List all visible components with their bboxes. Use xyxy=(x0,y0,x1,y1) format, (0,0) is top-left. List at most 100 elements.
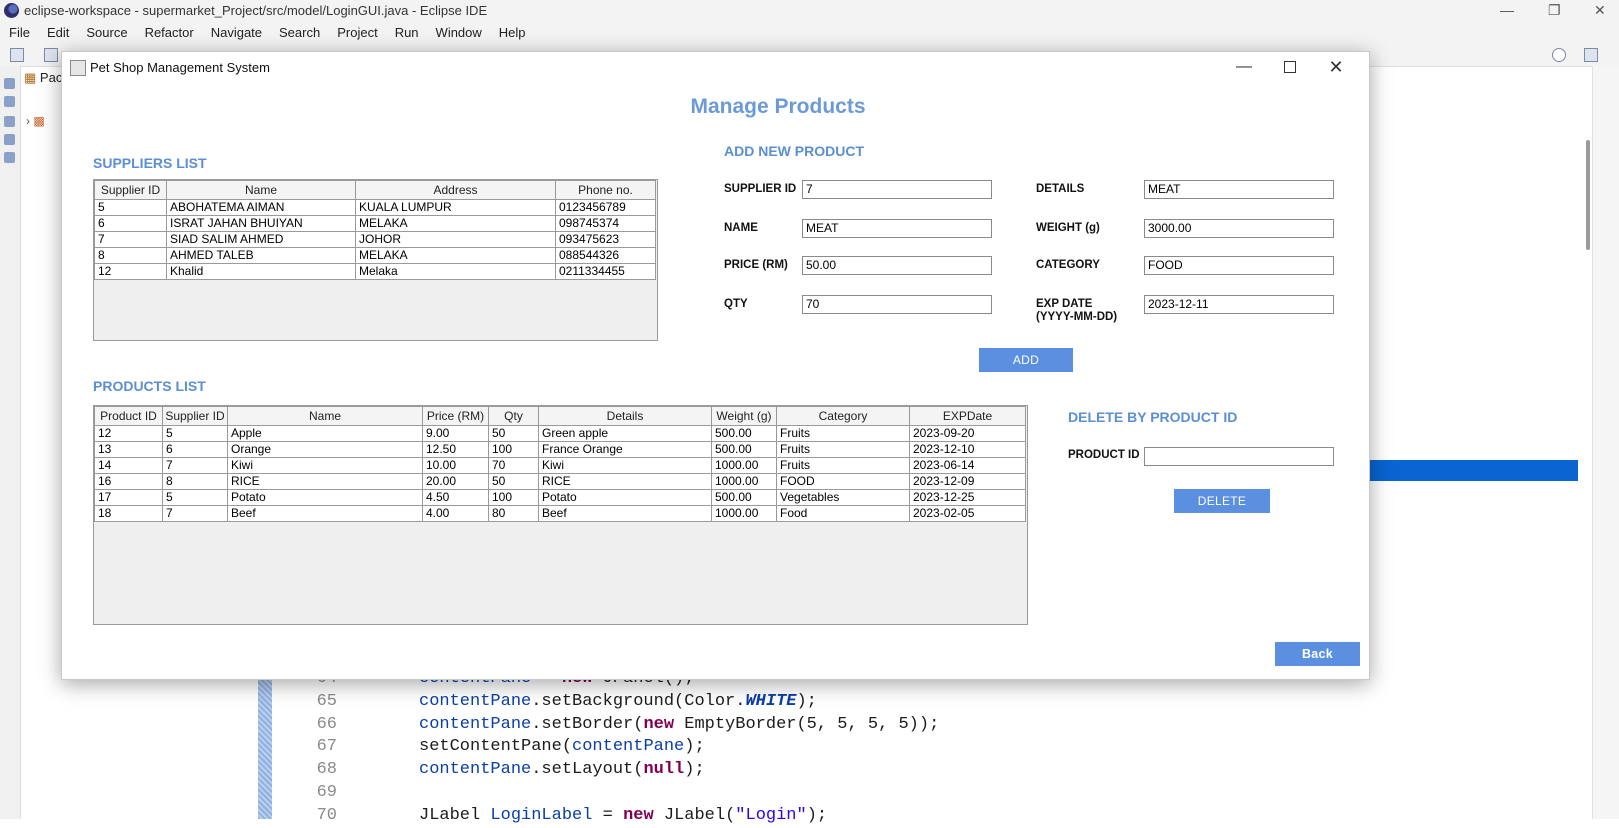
menu-item-run[interactable]: Run xyxy=(386,22,427,40)
menu-item-project[interactable]: Project xyxy=(328,22,385,40)
table-cell[interactable]: 7 xyxy=(94,231,167,248)
column-header[interactable]: Category xyxy=(776,406,910,426)
details-input[interactable] xyxy=(1144,180,1334,199)
column-header[interactable]: Name xyxy=(227,406,423,426)
table-cell[interactable]: Kiwi xyxy=(227,457,423,474)
table-cell[interactable]: KUALA LUMPUR xyxy=(355,199,556,216)
table-row[interactable]: 5 ABOHATEMA AIMAN KUALA LUMPUR 0123456789 xyxy=(94,199,656,216)
code-line[interactable]: 68 contentPane.setLayout(null); xyxy=(280,759,939,782)
column-header[interactable]: Name xyxy=(166,180,356,200)
weight-input[interactable] xyxy=(1144,219,1334,238)
table-cell[interactable]: ABOHATEMA AIMAN xyxy=(166,199,356,216)
table-cell[interactable]: 093475623 xyxy=(555,231,656,248)
table-cell[interactable]: RICE xyxy=(227,473,423,490)
table-cell[interactable]: 0211334455 xyxy=(555,263,656,280)
table-cell[interactable]: Melaka xyxy=(355,263,556,280)
close-icon[interactable]: ✕ xyxy=(1314,54,1358,80)
exp-date-input[interactable] xyxy=(1144,295,1334,314)
name-input[interactable] xyxy=(802,219,992,238)
table-cell[interactable]: 2023-12-25 xyxy=(909,489,1026,506)
menu-item-help[interactable]: Help xyxy=(490,22,534,40)
code-editor[interactable]: 64contentPane = new JPanel();65contentPa… xyxy=(280,668,940,828)
table-cell[interactable]: MELAKA xyxy=(355,215,556,232)
save-icon[interactable] xyxy=(44,48,58,62)
table-cell[interactable]: 6 xyxy=(94,215,167,232)
table-cell[interactable]: 100 xyxy=(488,441,539,458)
table-row[interactable]: 18 7 Beef 4.00 80 Beef 1000.00 Food 2023-02-05 xyxy=(94,505,1026,522)
view-icon[interactable] xyxy=(4,134,15,145)
table-cell[interactable]: 500.00 xyxy=(711,441,777,458)
table-cell[interactable]: 7 xyxy=(162,505,228,522)
table-cell[interactable]: 500.00 xyxy=(711,425,777,442)
package-explorer-tab[interactable]: ▦ Pac xyxy=(24,70,62,86)
table-cell[interactable]: Apple xyxy=(227,425,423,442)
editor-scrollbar-thumb[interactable] xyxy=(1586,140,1590,250)
table-row[interactable]: 7 SIAD SALIM AHMED JOHOR 093475623 xyxy=(94,231,656,248)
table-cell[interactable]: 5 xyxy=(162,425,228,442)
view-icon[interactable] xyxy=(4,96,15,107)
table-row[interactable]: 14 7 Kiwi 10.00 70 Kiwi 1000.00 Fruits 2023-06-1… xyxy=(94,457,1026,474)
table-cell[interactable]: 1000.00 xyxy=(711,457,777,474)
perspective-icon[interactable] xyxy=(1584,48,1598,62)
menu-item-source[interactable]: Source xyxy=(77,22,135,40)
maximize-icon[interactable] xyxy=(1268,54,1312,80)
table-cell[interactable]: 088544326 xyxy=(555,247,656,264)
table-cell[interactable]: 16 xyxy=(94,473,163,490)
minimize-icon[interactable]: — xyxy=(1222,54,1266,80)
table-cell[interactable]: Food xyxy=(776,505,910,522)
menu-item-window[interactable]: Window xyxy=(427,22,490,40)
menu-item-edit[interactable]: Edit xyxy=(38,22,77,40)
table-cell[interactable]: 10.00 xyxy=(422,457,489,474)
code-line[interactable]: 67 setContentPane(contentPane); xyxy=(280,736,939,759)
ide-minimize-icon[interactable]: — xyxy=(1500,2,1514,18)
column-header[interactable]: Product ID xyxy=(94,406,163,426)
table-cell[interactable]: MELAKA xyxy=(355,247,556,264)
table-cell[interactable]: 500.00 xyxy=(711,489,777,506)
table-cell[interactable]: 2023-12-10 xyxy=(909,441,1026,458)
table-cell[interactable]: 1000.00 xyxy=(711,505,777,522)
column-header[interactable]: Supplier ID xyxy=(162,406,228,426)
table-cell[interactable]: 50 xyxy=(488,473,539,490)
table-cell[interactable]: AHMED TALEB xyxy=(166,247,356,264)
table-cell[interactable]: 20.00 xyxy=(422,473,489,490)
code-line[interactable]: 65 contentPane.setBackground(Color.WHITE)… xyxy=(280,691,939,714)
products-table[interactable]: Product ID Supplier ID Name Price (RM) Qty De… xyxy=(94,406,1026,522)
product-id-input[interactable] xyxy=(1144,447,1334,466)
table-cell[interactable]: Potato xyxy=(538,489,712,506)
supplier-id-input[interactable] xyxy=(802,180,992,199)
table-cell[interactable]: 6 xyxy=(162,441,228,458)
table-cell[interactable]: 5 xyxy=(162,489,228,506)
table-cell[interactable]: Beef xyxy=(538,505,712,522)
table-row[interactable]: 17 5 Potato 4.50 100 Potato 500.00 Vegetables 20… xyxy=(94,489,1026,506)
table-cell[interactable]: Beef xyxy=(227,505,423,522)
project-tree-item[interactable]: › ▩ xyxy=(26,114,45,128)
table-cell[interactable]: 098745374 xyxy=(555,215,656,232)
code-line[interactable]: 69 xyxy=(280,782,939,805)
table-cell[interactable]: 17 xyxy=(94,489,163,506)
table-row[interactable]: 12 5 Apple 9.00 50 Green apple 500.00 Fruits 202… xyxy=(94,425,1026,442)
column-header[interactable]: Details xyxy=(538,406,712,426)
table-row[interactable]: 13 6 Orange 12.50 100 France Orange 500.00 Frui… xyxy=(94,441,1026,458)
table-cell[interactable]: Khalid xyxy=(166,263,356,280)
table-cell[interactable]: 13 xyxy=(94,441,163,458)
table-cell[interactable]: 70 xyxy=(488,457,539,474)
table-cell[interactable]: ISRAT JAHAN BHUIYAN xyxy=(166,215,356,232)
table-cell[interactable]: Fruits xyxy=(776,441,910,458)
suppliers-table-scroll[interactable]: Supplier ID Name Address Phone no. 5 ABOHATE… xyxy=(93,179,658,341)
menu-item-navigate[interactable]: Navigate xyxy=(202,22,270,40)
menu-item-refactor[interactable]: Refactor xyxy=(136,22,202,40)
table-cell[interactable]: 4.50 xyxy=(422,489,489,506)
table-cell[interactable]: RICE xyxy=(538,473,712,490)
ide-close-icon[interactable]: ✕ xyxy=(1594,2,1606,19)
table-cell[interactable]: Vegetables xyxy=(776,489,910,506)
dialog-titlebar[interactable]: Pet Shop Management System — ✕ xyxy=(62,52,1369,82)
code-line[interactable]: 66 contentPane.setBorder(new EmptyBorder(… xyxy=(280,714,940,737)
table-cell[interactable]: 80 xyxy=(488,505,539,522)
suppliers-table[interactable]: Supplier ID Name Address Phone no. 5 ABOHATE… xyxy=(94,180,656,280)
price-input[interactable] xyxy=(802,256,992,275)
menu-item-search[interactable]: Search xyxy=(270,22,328,40)
column-header[interactable]: Qty xyxy=(488,406,539,426)
ide-restore-icon[interactable]: ❐ xyxy=(1548,2,1561,19)
table-cell[interactable]: Kiwi xyxy=(538,457,712,474)
table-row[interactable]: 16 8 RICE 20.00 50 RICE 1000.00 FOOD 2023-12-09 xyxy=(94,473,1026,490)
